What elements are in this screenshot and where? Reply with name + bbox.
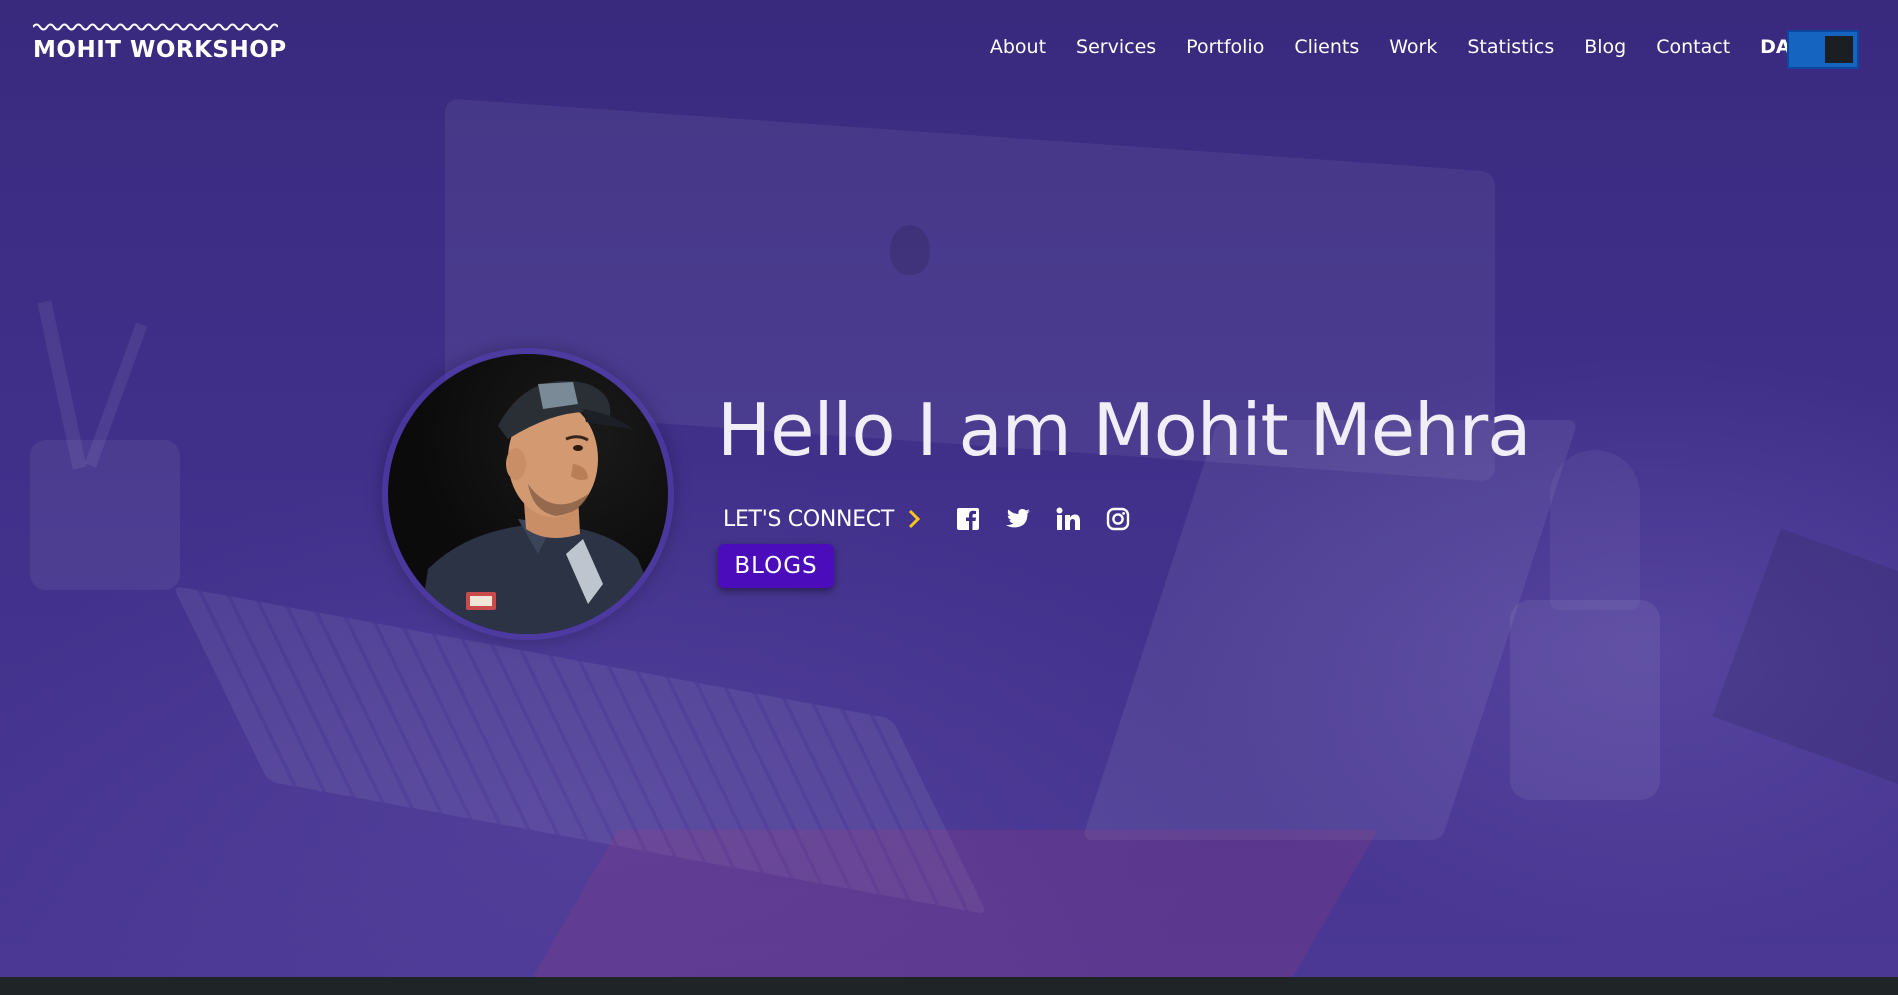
brand-name: MOHIT WORKSHOP (33, 37, 287, 63)
nav-contact[interactable]: Contact (1656, 36, 1730, 58)
connect-label: LET'S CONNECT (723, 506, 894, 532)
blogs-button[interactable]: BLOGS (718, 544, 834, 588)
instagram-icon[interactable] (1102, 503, 1134, 535)
avatar (382, 348, 674, 640)
linkedin-icon[interactable] (1052, 503, 1084, 535)
hero-background (0, 0, 1898, 977)
nav-about[interactable]: About (990, 36, 1046, 58)
nav-blog[interactable]: Blog (1584, 36, 1626, 58)
brand-logo[interactable]: MOHIT WORKSHOP (33, 22, 287, 63)
toggle-knob (1825, 36, 1853, 63)
nav-statistics[interactable]: Statistics (1467, 36, 1554, 58)
dark-mode-toggle[interactable] (1787, 30, 1859, 69)
connect-row: LET'S CONNECT (723, 503, 1134, 535)
nav-clients[interactable]: Clients (1294, 36, 1359, 58)
profile-photo (388, 354, 668, 634)
hero-title: Hello I am Mohit Mehra (717, 388, 1531, 472)
footer-strip (0, 977, 1898, 995)
nav-work[interactable]: Work (1389, 36, 1437, 58)
main-nav: About Services Portfolio Clients Work St… (960, 36, 1820, 58)
nav-services[interactable]: Services (1076, 36, 1156, 58)
twitter-icon[interactable] (1002, 503, 1034, 535)
wave-decoration-icon (33, 23, 278, 31)
chevron-right-icon (908, 509, 920, 529)
nav-portfolio[interactable]: Portfolio (1186, 36, 1264, 58)
facebook-icon[interactable] (952, 503, 984, 535)
